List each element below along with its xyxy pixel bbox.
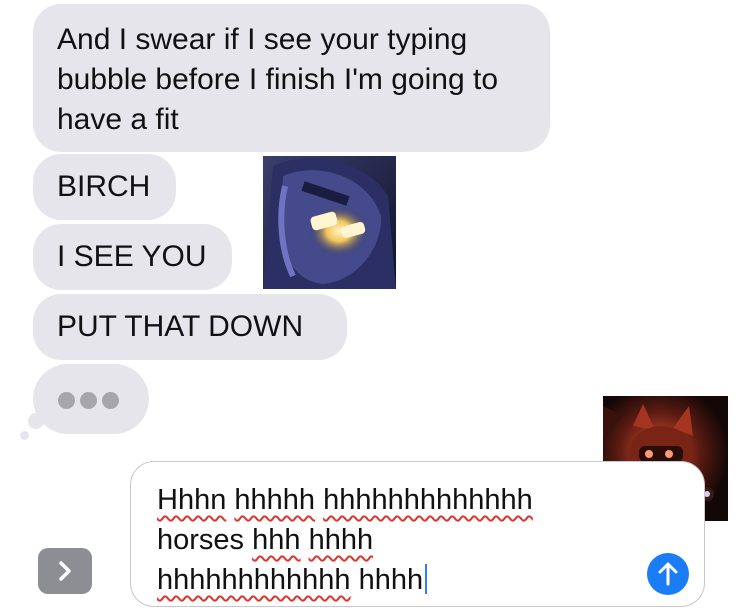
compose-word: hhh xyxy=(252,524,301,556)
typing-tail-large xyxy=(28,413,44,429)
message-text: BIRCH xyxy=(57,170,151,203)
arrow-up-icon xyxy=(658,562,678,586)
incoming-message-2: BIRCH xyxy=(33,154,176,220)
incoming-message-3: I SEE YOU xyxy=(33,224,232,290)
typing-dot xyxy=(80,392,97,409)
compose-word: hhhh xyxy=(358,564,424,596)
compose-word: hhhh xyxy=(308,524,374,556)
message-text: And I swear if I see your typing bubble … xyxy=(57,23,499,136)
message-compose-field[interactable]: Hhhn hhhhh hhhhhhhhhhhhh horses hhh hhhh… xyxy=(130,461,705,607)
typing-dot xyxy=(58,392,75,409)
typing-tail-small xyxy=(20,431,29,440)
compose-word: hhhhhhhhhhhh xyxy=(157,564,351,596)
message-text: PUT THAT DOWN xyxy=(57,310,304,343)
compose-word: horses xyxy=(157,524,245,556)
send-button[interactable] xyxy=(647,553,689,595)
message-text: I SEE YOU xyxy=(57,240,207,273)
compose-text[interactable]: Hhhn hhhhh hhhhhhhhhhhhh horses hhh hhhh… xyxy=(157,480,597,600)
compose-word: hhhhh xyxy=(234,484,316,516)
typing-dot xyxy=(102,392,119,409)
robot-sticker-icon xyxy=(263,156,396,289)
chevron-right-icon xyxy=(59,561,71,581)
compose-word: Hhhn xyxy=(157,484,227,516)
dark-blue-robot-sticker[interactable] xyxy=(263,156,396,289)
incoming-message-1: And I swear if I see your typing bubble … xyxy=(33,4,550,152)
typing-indicator xyxy=(33,364,149,434)
incoming-message-4: PUT THAT DOWN xyxy=(33,294,347,360)
apps-button[interactable] xyxy=(38,548,92,594)
compose-word: hhhhhhhhhhhhh xyxy=(323,484,533,516)
text-cursor xyxy=(425,564,428,594)
